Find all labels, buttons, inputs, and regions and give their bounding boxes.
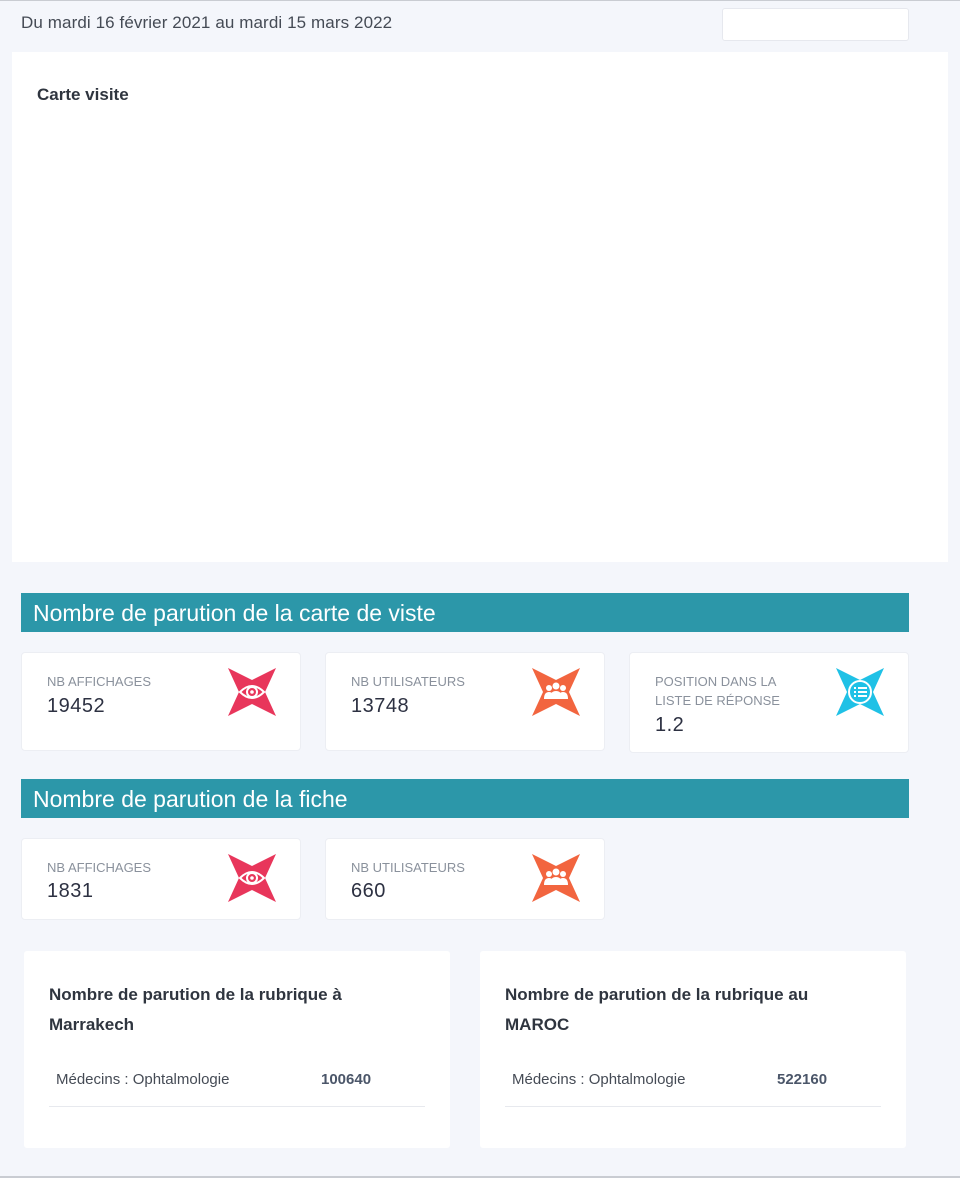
section-header-fiche: Nombre de parution de la fiche bbox=[21, 779, 909, 818]
stat-label: POSITION DANS LA LISTE DE RÉPONSE bbox=[655, 674, 780, 708]
rubrique-title: Nombre de parution de la rubrique au MAR… bbox=[505, 985, 809, 1034]
stat-card-utilisateurs-fiche: NB UTILISATEURS 660 bbox=[325, 838, 605, 920]
stat-value: 19452 bbox=[47, 695, 106, 717]
eye-icon bbox=[228, 668, 276, 716]
section-header-carte: Nombre de parution de la carte de viste bbox=[21, 593, 909, 632]
stat-value: 660 bbox=[351, 880, 386, 902]
users-icon bbox=[532, 854, 580, 902]
stat-value: 13748 bbox=[351, 695, 410, 717]
rubrique-card-marrakech: Nombre de parution de la rubrique à Marr… bbox=[24, 951, 450, 1148]
table-row: Médecins : Ophtalmologie 522160 bbox=[505, 1063, 881, 1107]
list-icon bbox=[836, 668, 884, 716]
stat-card-affichages-carte: NB AFFICHAGES 19452 bbox=[21, 652, 301, 751]
map-card: Carte visite bbox=[12, 52, 948, 562]
eye-icon bbox=[228, 854, 276, 902]
map-card-title: Carte visite bbox=[37, 85, 129, 104]
table-row: Médecins : Ophtalmologie 100640 bbox=[49, 1063, 425, 1107]
date-range-text: Du mardi 16 février 2021 au mardi 15 mar… bbox=[21, 13, 393, 32]
rubrique-title: Nombre de parution de la rubrique à Marr… bbox=[49, 985, 342, 1034]
rubrique-count: 100640 bbox=[321, 1071, 372, 1088]
stat-card-affichages-fiche: NB AFFICHAGES 1831 bbox=[21, 838, 301, 920]
rubrique-count: 522160 bbox=[777, 1071, 828, 1088]
rubrique-category: Médecins : Ophtalmologie bbox=[512, 1071, 686, 1088]
stat-label: NB UTILISATEURS bbox=[351, 674, 465, 689]
stat-label: NB AFFICHAGES bbox=[47, 674, 152, 689]
stat-value: 1.2 bbox=[655, 714, 685, 736]
stat-value: 1831 bbox=[47, 880, 94, 902]
stat-card-position-carte: POSITION DANS LA LISTE DE RÉPONSE 1.2 bbox=[629, 652, 909, 753]
users-icon bbox=[532, 668, 580, 716]
top-divider bbox=[0, 0, 960, 1]
stat-card-utilisateurs-carte: NB UTILISATEURS 13748 bbox=[325, 652, 605, 751]
date-range-picker[interactable] bbox=[722, 8, 909, 41]
rubrique-card-maroc: Nombre de parution de la rubrique au MAR… bbox=[480, 951, 906, 1148]
stat-label: NB UTILISATEURS bbox=[351, 860, 465, 875]
rubrique-category: Médecins : Ophtalmologie bbox=[56, 1071, 230, 1088]
stat-label: NB AFFICHAGES bbox=[47, 860, 152, 875]
